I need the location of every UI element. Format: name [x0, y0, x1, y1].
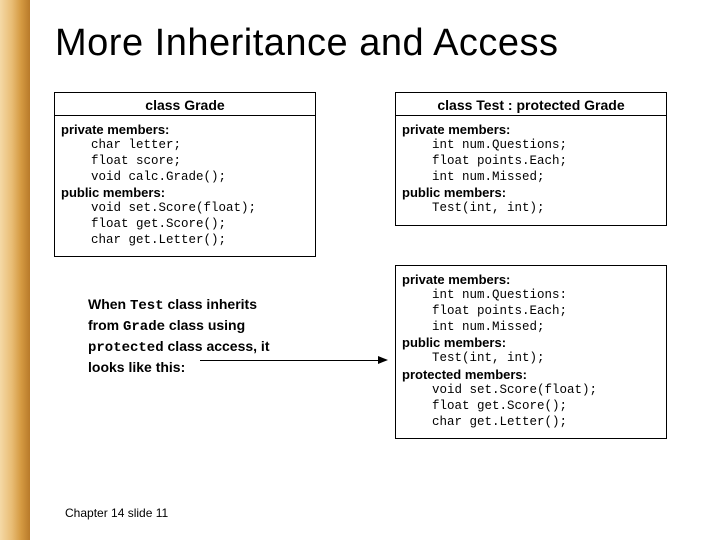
box-class-grade: class Grade private members: char letter…	[54, 92, 316, 257]
test-private-label: private members:	[402, 122, 660, 138]
grade-public-line: float get.Score();	[61, 217, 309, 233]
narrative-line: When Test class inherits	[88, 295, 318, 316]
result-public-line: Test(int, int);	[402, 351, 660, 367]
box-result-body: private members: int num.Questions: floa…	[396, 266, 666, 438]
result-private-label: private members:	[402, 272, 660, 288]
result-private-line: int num.Questions:	[402, 288, 660, 304]
narrative-text: When Test class inherits from Grade clas…	[88, 295, 318, 377]
narrative-seg: class using	[165, 317, 245, 333]
narrative-line: from Grade class using	[88, 316, 318, 337]
result-public-label: public members:	[402, 335, 660, 351]
narrative-seg: from	[88, 317, 123, 333]
result-protected-label: protected members:	[402, 367, 660, 383]
slide-footer: Chapter 14 slide 11	[65, 506, 168, 520]
page-title: More Inheritance and Access	[55, 22, 559, 65]
result-protected-line: char get.Letter();	[402, 415, 660, 431]
grade-private-line: char letter;	[61, 138, 309, 154]
narrative-seg: class access, it	[164, 338, 270, 354]
grade-private-label: private members:	[61, 122, 309, 138]
test-private-line: int num.Missed;	[402, 170, 660, 186]
result-protected-line: float get.Score();	[402, 399, 660, 415]
test-private-line: float points.Each;	[402, 154, 660, 170]
result-protected-line: void set.Score(float);	[402, 383, 660, 399]
box-grade-body: private members: char letter; float scor…	[55, 115, 315, 256]
grade-private-line: float score;	[61, 154, 309, 170]
grade-public-line: void set.Score(float);	[61, 201, 309, 217]
narrative-line: protected class access, it	[88, 337, 318, 358]
test-public-label: public members:	[402, 185, 660, 201]
narrative-seg: looks like this:	[88, 359, 185, 375]
narrative-code: Grade	[123, 319, 165, 335]
test-private-line: int num.Questions;	[402, 138, 660, 154]
narrative-seg: class inherits	[164, 296, 257, 312]
box-grade-header: class Grade	[55, 93, 315, 115]
box-result: private members: int num.Questions: floa…	[395, 265, 667, 439]
result-private-line: float points.Each;	[402, 304, 660, 320]
narrative-seg: When	[88, 296, 130, 312]
grade-public-line: char get.Letter();	[61, 233, 309, 249]
slide-sidebar-gradient	[0, 0, 30, 540]
narrative-code: protected	[88, 340, 164, 356]
result-private-line: int num.Missed;	[402, 320, 660, 336]
test-public-line: Test(int, int);	[402, 201, 660, 217]
grade-private-line: void calc.Grade();	[61, 170, 309, 186]
box-class-test: class Test : protected Grade private mem…	[395, 92, 667, 226]
grade-public-label: public members:	[61, 185, 309, 201]
box-test-body: private members: int num.Questions; floa…	[396, 115, 666, 225]
box-test-header: class Test : protected Grade	[396, 93, 666, 115]
narrative-code: Test	[130, 298, 164, 314]
